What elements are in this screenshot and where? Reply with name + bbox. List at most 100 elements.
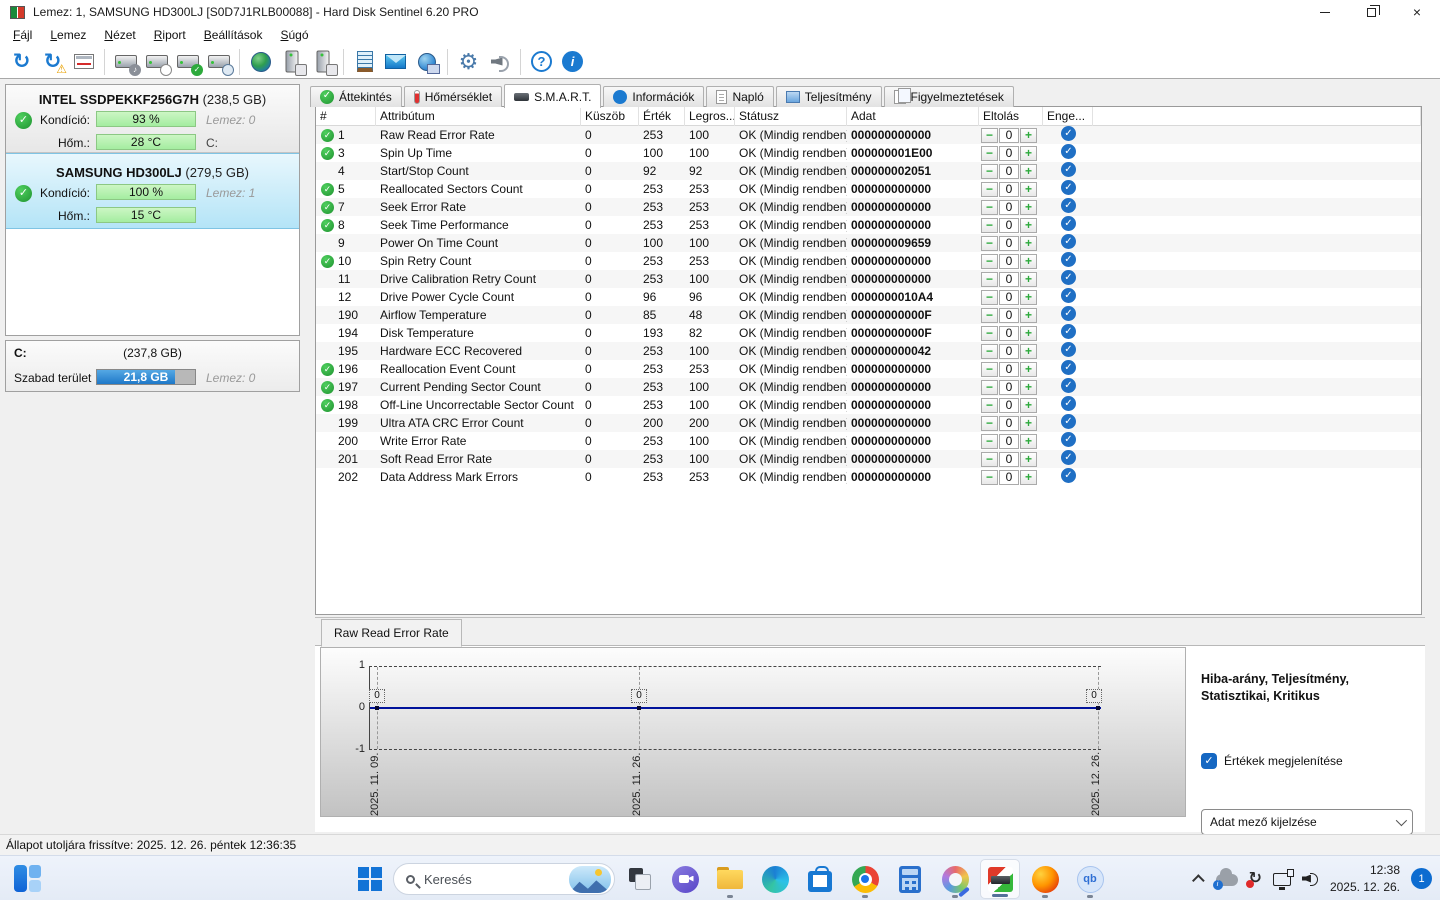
offset-decrease-button[interactable]: − (981, 253, 998, 269)
enabled-checkbox[interactable] (1061, 342, 1076, 357)
enabled-checkbox[interactable] (1061, 414, 1076, 429)
refresh-warning-icon[interactable]: ↻ ⚠ (37, 47, 68, 76)
disk-search-icon[interactable] (203, 47, 234, 76)
file-explorer-icon[interactable] (710, 859, 750, 899)
enabled-checkbox[interactable] (1061, 378, 1076, 393)
table-row[interactable]: 3 Spin Up Time 0 100 100 OK (Mindig rend… (316, 144, 1421, 162)
notification-badge[interactable]: 1 (1411, 868, 1432, 889)
offset-increase-button[interactable]: + (1020, 379, 1037, 395)
menu-beállítások[interactable]: Beállítások (195, 26, 272, 44)
offset-increase-button[interactable]: + (1020, 253, 1037, 269)
calculator-icon[interactable] (890, 859, 930, 899)
enabled-checkbox[interactable] (1061, 216, 1076, 231)
task-view-button[interactable] (620, 859, 660, 899)
offset-decrease-button[interactable]: − (981, 199, 998, 215)
offset-increase-button[interactable]: + (1020, 307, 1037, 323)
offset-increase-button[interactable]: + (1020, 145, 1037, 161)
table-row[interactable]: 12 Drive Power Cycle Count 0 96 96 OK (M… (316, 288, 1421, 306)
enabled-checkbox[interactable] (1061, 432, 1076, 447)
table-row[interactable]: 200 Write Error Rate 0 253 100 OK (Mindi… (316, 432, 1421, 450)
table-row[interactable]: 9 Power On Time Count 0 100 100 OK (Mind… (316, 234, 1421, 252)
paint-icon[interactable] (935, 859, 975, 899)
store-icon[interactable] (800, 859, 840, 899)
column-header[interactable]: Eltolás (979, 107, 1043, 126)
menu-fájl[interactable]: Fájl (4, 26, 41, 44)
enabled-checkbox[interactable] (1061, 468, 1076, 483)
table-row[interactable]: 195 Hardware ECC Recovered 0 253 100 OK … (316, 342, 1421, 360)
data-field-dropdown[interactable]: Adat mező kijelzése (1201, 809, 1413, 835)
volume-icon[interactable] (1302, 872, 1319, 886)
tab-thermometer[interactable]: Hőmérséklet (403, 86, 503, 107)
edge-icon[interactable] (755, 859, 795, 899)
search-input[interactable]: Keresés (393, 863, 615, 895)
tab-disk[interactable]: S.M.A.R.T. (504, 84, 602, 108)
enabled-checkbox[interactable] (1061, 252, 1076, 267)
offset-decrease-button[interactable]: − (981, 271, 998, 287)
offset-decrease-button[interactable]: − (981, 415, 998, 431)
hard-disk-sentinel-icon[interactable] (980, 859, 1020, 899)
table-row[interactable]: 1 Raw Read Error Rate 0 253 100 OK (Mind… (316, 126, 1421, 144)
network-tray-icon[interactable] (1272, 869, 1294, 890)
enabled-checkbox[interactable] (1061, 324, 1076, 339)
close-button[interactable]: × (1394, 0, 1440, 24)
table-row[interactable]: 197 Current Pending Sector Count 0 253 1… (316, 378, 1421, 396)
notes-icon[interactable] (349, 47, 380, 76)
offset-decrease-button[interactable]: − (981, 181, 998, 197)
offset-increase-button[interactable]: + (1020, 451, 1037, 467)
table-row[interactable]: 4 Start/Stop Count 0 92 92 OK (Mindig re… (316, 162, 1421, 180)
menu-riport[interactable]: Riport (145, 26, 195, 44)
table-row[interactable]: 201 Soft Read Error Rate 0 253 100 OK (M… (316, 450, 1421, 468)
offset-increase-button[interactable]: + (1020, 289, 1037, 305)
onedrive-cloud-icon[interactable] (1212, 867, 1238, 890)
chart-tab-raw-read-error-rate[interactable]: Raw Read Error Rate (321, 619, 462, 647)
chrome-icon[interactable] (845, 859, 885, 899)
offset-increase-button[interactable]: + (1020, 127, 1037, 143)
offset-increase-button[interactable]: + (1020, 361, 1037, 377)
disk-item-intel[interactable]: INTEL SSDPEKKF256G7H (238,5 GB) Kondíció… (6, 85, 299, 153)
offset-increase-button[interactable]: + (1020, 217, 1037, 233)
table-row[interactable]: 199 Ultra ATA CRC Error Count 0 200 200 … (316, 414, 1421, 432)
menu-súgó[interactable]: Súgó (271, 26, 317, 44)
restore-button[interactable] (1348, 0, 1394, 24)
enabled-checkbox[interactable] (1061, 360, 1076, 375)
column-header[interactable]: # (316, 107, 376, 126)
offset-decrease-button[interactable]: − (981, 307, 998, 323)
offset-decrease-button[interactable]: − (981, 235, 998, 251)
table-row[interactable]: 202 Data Address Mark Errors 0 253 253 O… (316, 468, 1421, 486)
enabled-checkbox[interactable] (1061, 234, 1076, 249)
offset-increase-button[interactable]: + (1020, 343, 1037, 359)
chat-icon[interactable] (665, 859, 705, 899)
sound-icon[interactable] (484, 47, 515, 76)
email-icon[interactable] (380, 47, 411, 76)
offset-decrease-button[interactable]: − (981, 433, 998, 449)
offset-decrease-button[interactable]: − (981, 127, 998, 143)
offset-increase-button[interactable]: + (1020, 397, 1037, 413)
offset-decrease-button[interactable]: − (981, 379, 998, 395)
tab-chart[interactable]: Teljesítmény (775, 86, 882, 107)
offset-decrease-button[interactable]: − (981, 451, 998, 467)
offset-increase-button[interactable]: + (1020, 271, 1037, 287)
sync-icon[interactable]: ↻ (1245, 870, 1262, 888)
column-header[interactable]: Státusz (735, 107, 847, 126)
enabled-checkbox[interactable] (1061, 270, 1076, 285)
tab-pages[interactable]: Figyelmeztetések (883, 86, 1014, 107)
offset-decrease-button[interactable]: − (981, 469, 998, 485)
qbittorrent-icon[interactable]: qb (1070, 859, 1110, 899)
disk-clock-icon[interactable] (141, 47, 172, 76)
enabled-checkbox[interactable] (1061, 198, 1076, 213)
network-status-icon[interactable] (411, 47, 442, 76)
column-header[interactable]: Attribútum (376, 107, 581, 126)
disk-item-samsung[interactable]: SAMSUNG HD300LJ (279,5 GB) Kondíció: 100… (6, 153, 299, 229)
enabled-checkbox[interactable] (1061, 180, 1076, 195)
offset-increase-button[interactable]: + (1020, 433, 1037, 449)
offset-decrease-button[interactable]: − (981, 289, 998, 305)
enabled-checkbox[interactable] (1061, 144, 1076, 159)
refresh-icon[interactable]: ↻ (6, 47, 37, 76)
info-icon[interactable]: i (557, 47, 588, 76)
disk-connect-icon[interactable] (276, 47, 307, 76)
offset-increase-button[interactable]: + (1020, 469, 1037, 485)
table-row[interactable]: 8 Seek Time Performance 0 253 253 OK (Mi… (316, 216, 1421, 234)
show-values-checkbox[interactable] (1201, 753, 1217, 769)
network-disk-icon[interactable] (245, 47, 276, 76)
firefox-icon[interactable] (1025, 859, 1065, 899)
